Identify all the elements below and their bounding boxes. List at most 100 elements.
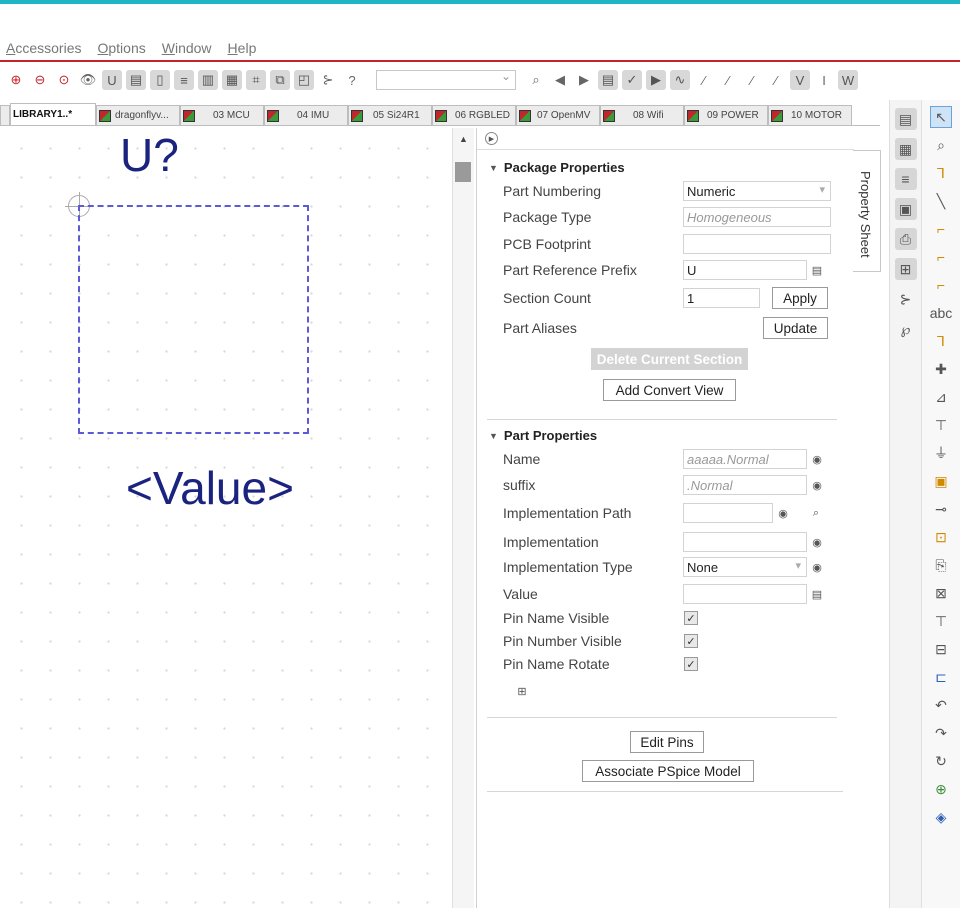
- text-icon[interactable]: abc: [930, 302, 953, 324]
- associate-pspice-model-button[interactable]: Associate PSpice Model: [582, 760, 754, 782]
- rectangle-icon[interactable]: ⊠: [930, 582, 952, 604]
- select-icon[interactable]: ◰: [294, 70, 314, 90]
- search-icon[interactable]: ⌕: [526, 70, 546, 90]
- bus-icon[interactable]: ╲: [930, 190, 952, 212]
- tab-overflow[interactable]: [0, 105, 10, 125]
- implementation-field[interactable]: [683, 532, 807, 552]
- pages-icon[interactable]: ▥: [198, 70, 218, 90]
- part-reference-prefix-field[interactable]: U: [683, 260, 807, 280]
- hide-eye-icon[interactable]: ◉: [810, 452, 824, 466]
- part-icon[interactable]: ▦: [894, 138, 917, 160]
- package-type-field[interactable]: Homogeneous: [683, 207, 831, 227]
- search-part-icon[interactable]: ⌕: [930, 134, 952, 156]
- power-icon[interactable]: ⌐: [930, 274, 952, 296]
- voltage-icon[interactable]: V: [790, 70, 810, 90]
- prev-icon[interactable]: ◀: [550, 70, 570, 90]
- next-icon[interactable]: ▶: [574, 70, 594, 90]
- pin-array-icon[interactable]: ⊡: [930, 526, 952, 548]
- edit-pins-button[interactable]: Edit Pins: [630, 731, 704, 753]
- no-connect-icon[interactable]: ✚: [930, 358, 952, 380]
- tab-06-rgbled[interactable]: 06 RGBLED: [432, 105, 516, 125]
- suffix-field[interactable]: .Normal: [683, 475, 807, 495]
- play-icon[interactable]: ▶: [485, 132, 498, 145]
- value-field[interactable]: [683, 584, 807, 604]
- zoom-out-icon[interactable]: ⊖: [30, 70, 50, 90]
- help-icon[interactable]: ?: [342, 70, 362, 90]
- ground-icon[interactable]: ⏚: [930, 442, 952, 464]
- section-count-field[interactable]: 1: [683, 288, 760, 308]
- off-page-icon[interactable]: ⊿: [930, 386, 952, 408]
- zoom-in-icon[interactable]: ⊕: [6, 70, 26, 90]
- ieee-icon[interactable]: ◈: [930, 806, 952, 828]
- current-icon[interactable]: I: [814, 70, 834, 90]
- tab-dragonfly[interactable]: dragonflyv...: [96, 105, 180, 125]
- line-icon[interactable]: ⎘: [930, 554, 952, 576]
- part-properties-header[interactable]: ▼ Part Properties: [489, 428, 597, 443]
- part-reference-text[interactable]: U?: [120, 128, 179, 182]
- part-body-outline[interactable]: [78, 205, 309, 434]
- arc-icon[interactable]: ⊟: [930, 638, 952, 660]
- report-icon[interactable]: ▦: [222, 70, 242, 90]
- tab-07-openmv[interactable]: 07 OpenMV: [516, 105, 600, 125]
- tab-03-mcu[interactable]: 03 MCU: [180, 105, 264, 125]
- pin-icon[interactable]: ℘: [895, 318, 917, 340]
- schematic-page-icon[interactable]: ▤: [894, 108, 917, 130]
- netlist-icon[interactable]: ≡: [894, 168, 917, 190]
- net-alias-icon[interactable]: ⌐: [930, 246, 952, 268]
- tab-library1[interactable]: LIBRARY1..*: [10, 103, 96, 125]
- visibility-icon[interactable]: 👁: [78, 70, 98, 90]
- scroll-thumb[interactable]: [455, 162, 471, 182]
- part-numbering-select[interactable]: Numeric: [683, 181, 831, 201]
- port-icon[interactable]: ⊤: [930, 414, 952, 436]
- add-property-icon[interactable]: ⊞: [515, 684, 529, 698]
- package-properties-header[interactable]: ▼ Package Properties: [489, 160, 625, 175]
- hierarchy-icon[interactable]: ⊱: [318, 70, 338, 90]
- tab-05-si24r1[interactable]: 05 Si24R1: [348, 105, 432, 125]
- pin-number-visible-checkbox[interactable]: ✓: [684, 634, 698, 648]
- library-icon[interactable]: ▤: [126, 70, 146, 90]
- netlist-icon[interactable]: ⌗: [246, 70, 266, 90]
- document-icon[interactable]: ≡: [174, 70, 194, 90]
- pin-name-rotate-checkbox[interactable]: ✓: [684, 657, 698, 671]
- ellipse-icon[interactable]: ⊤: [930, 610, 952, 632]
- hide-eye-icon[interactable]: ◉: [810, 478, 824, 492]
- browse-icon[interactable]: ⌕: [809, 506, 823, 520]
- hide-eye-icon[interactable]: ◉: [810, 535, 824, 549]
- pspice-b-icon[interactable]: ∕: [718, 70, 738, 90]
- drc-icon[interactable]: ✓: [622, 70, 642, 90]
- property-sheet-tab[interactable]: Property Sheet: [853, 150, 881, 272]
- tab-09-power[interactable]: 09 POWER: [684, 105, 768, 125]
- part-value-text[interactable]: <Value>: [126, 461, 294, 515]
- bezier-icon[interactable]: ↶: [930, 694, 952, 716]
- copy-icon[interactable]: ⧉: [270, 70, 290, 90]
- pspice-c-icon[interactable]: ∕: [742, 70, 762, 90]
- print-icon[interactable]: ⎙: [894, 228, 917, 250]
- browse-icon[interactable]: ▤: [810, 587, 824, 601]
- pcb-footprint-field[interactable]: [683, 234, 831, 254]
- power-icon[interactable]: W: [838, 70, 858, 90]
- apply-button[interactable]: Apply: [772, 287, 828, 309]
- tab-10-motor[interactable]: 10 MOTOR: [768, 105, 852, 125]
- block-icon[interactable]: ▣: [930, 470, 952, 492]
- hide-eye-icon[interactable]: ◉: [810, 560, 824, 574]
- polyline-icon[interactable]: ⊏: [930, 666, 952, 688]
- run-icon[interactable]: ▶: [646, 70, 666, 90]
- wire-icon[interactable]: ⅂: [930, 162, 952, 184]
- scroll-up-icon[interactable]: ▲: [459, 134, 468, 144]
- image-icon[interactable]: ↻: [930, 750, 952, 772]
- bus-entry-icon[interactable]: ⌐: [930, 218, 952, 240]
- tab-08-wifi[interactable]: 08 Wifi: [600, 105, 684, 125]
- zoom-area-icon[interactable]: ⊙: [54, 70, 74, 90]
- probe-icon[interactable]: ∿: [670, 70, 690, 90]
- menu-window[interactable]: Window: [162, 40, 212, 56]
- new-part-icon[interactable]: ⊞: [894, 258, 917, 280]
- implementation-path-field[interactable]: [683, 503, 773, 523]
- properties-icon[interactable]: ▣: [894, 198, 917, 220]
- pin-name-visible-checkbox[interactable]: ✓: [684, 611, 698, 625]
- bom-icon[interactable]: ▤: [598, 70, 618, 90]
- toolbar-combo[interactable]: [376, 69, 516, 90]
- pin-icon[interactable]: ⊸: [930, 498, 952, 520]
- page-icon[interactable]: ▯: [150, 70, 170, 90]
- bookmark-icon[interactable]: ⊕: [930, 778, 952, 800]
- pspice-a-icon[interactable]: ∕: [694, 70, 714, 90]
